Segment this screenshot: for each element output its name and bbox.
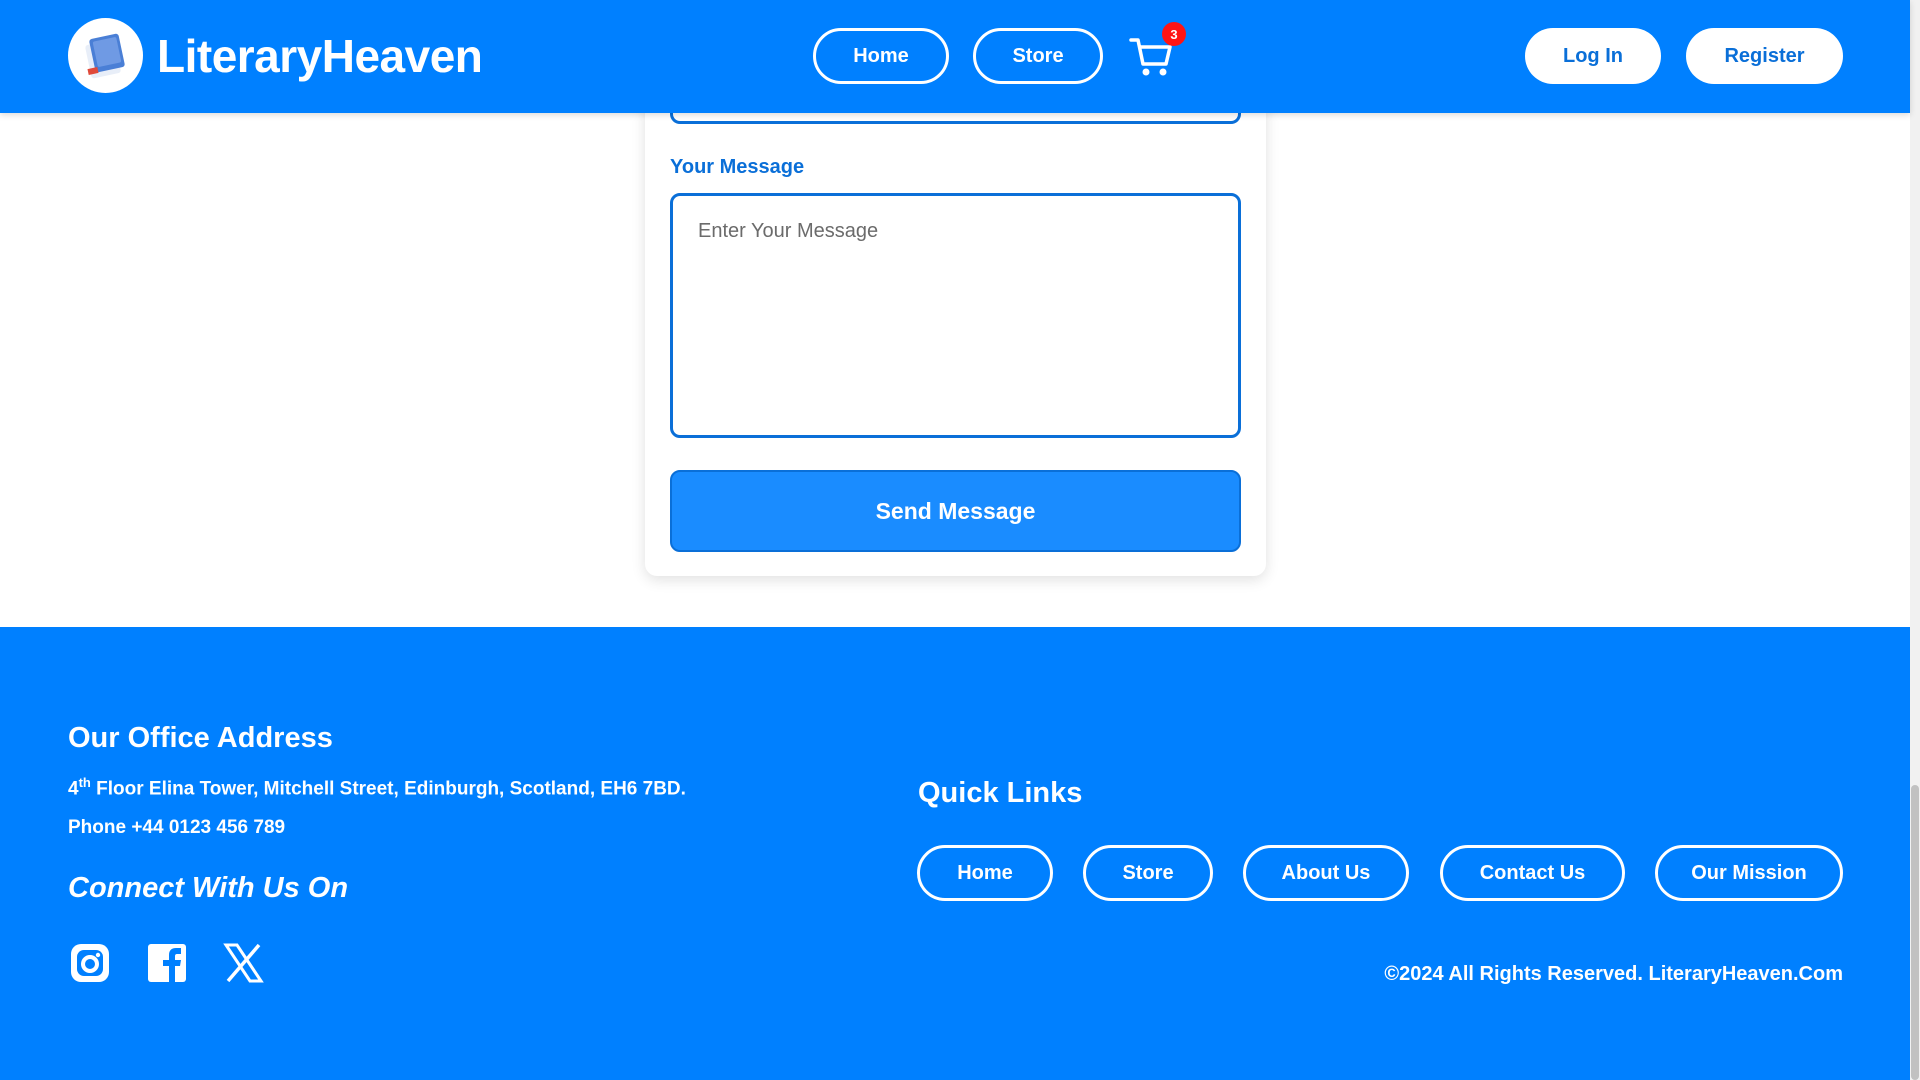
connect-heading: Connect With Us On	[68, 872, 349, 904]
copyright-text: ©2024 All Rights Reserved. LiteraryHeave…	[1384, 963, 1843, 985]
book-logo-icon	[68, 18, 143, 93]
message-label: Your Message	[670, 156, 805, 178]
x-icon[interactable]	[222, 942, 264, 984]
message-textarea[interactable]	[670, 193, 1241, 438]
quick-links-heading: Quick Links	[918, 777, 1083, 809]
quick-link-store[interactable]: Store	[1083, 845, 1213, 901]
nav-store-button[interactable]: Store	[973, 28, 1103, 84]
send-message-button[interactable]: Send Message	[670, 470, 1241, 552]
quick-link-about-us[interactable]: About Us	[1243, 845, 1409, 901]
quick-link-home[interactable]: Home	[917, 845, 1053, 901]
office-address: 4th Floor Elina Tower, Mitchell Street, …	[68, 775, 686, 800]
scrollbar-thumb[interactable]	[1911, 785, 1919, 1080]
office-phone: Phone +44 0123 456 789	[68, 817, 286, 838]
quick-link-our-mission[interactable]: Our Mission	[1655, 845, 1843, 901]
site-header: LiteraryHeaven Home Store 3 Log In Regis…	[0, 0, 1910, 113]
cart-count-badge: 3	[1162, 22, 1186, 46]
login-button[interactable]: Log In	[1525, 28, 1661, 84]
quick-link-contact-us[interactable]: Contact Us	[1440, 845, 1625, 901]
register-button[interactable]: Register	[1686, 28, 1843, 84]
brand-name: LiteraryHeaven	[157, 29, 483, 82]
brand[interactable]: LiteraryHeaven	[68, 18, 483, 93]
facebook-icon[interactable]	[146, 942, 188, 984]
office-address-heading: Our Office Address	[68, 722, 333, 754]
site-footer: Our Office Address 4th Floor Elina Tower…	[0, 627, 1910, 1080]
instagram-icon[interactable]	[69, 942, 111, 984]
nav-home-button[interactable]: Home	[813, 28, 949, 84]
